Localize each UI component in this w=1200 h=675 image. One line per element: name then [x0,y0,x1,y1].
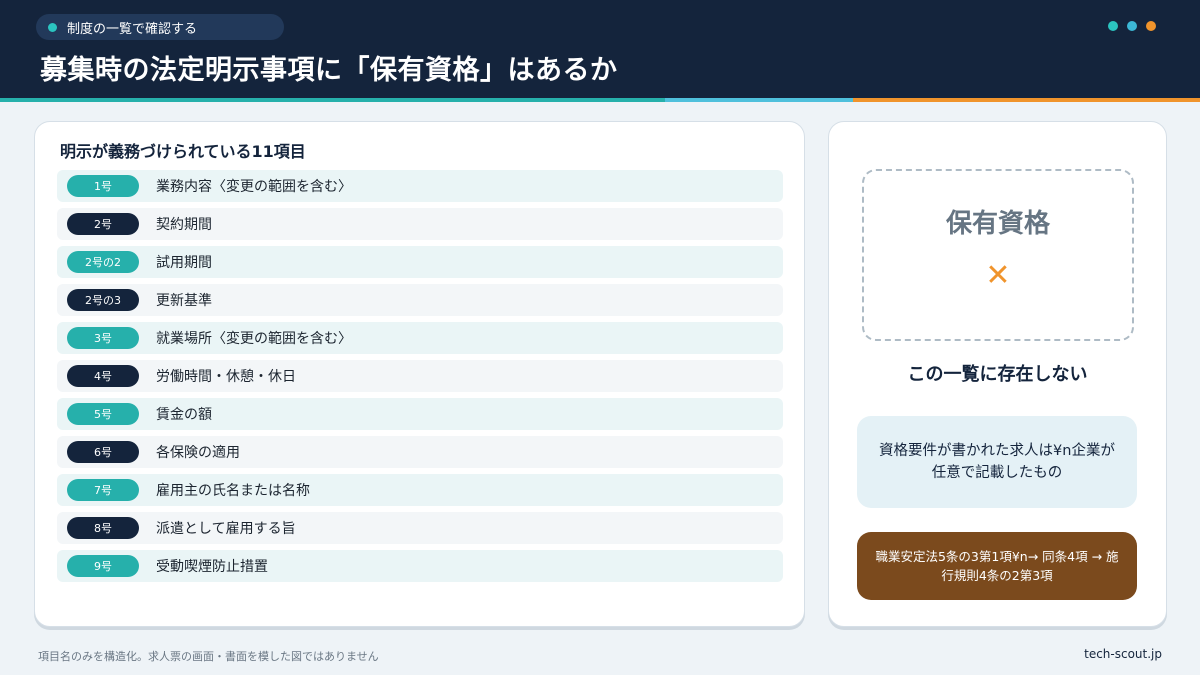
cross-icon: ✕ [985,258,1011,293]
item-number-badge: 7号 [67,479,139,501]
item-number-badge: 1号 [67,175,139,197]
required-items-card: 明示が義務づけられている11項目 1号 業務内容〈変更の範囲を含む〉 2号 契約期間 2… [34,121,805,627]
item-label: 受動喫煙防止措置 [156,559,268,575]
dot-orange-icon [1146,21,1156,31]
not-exist-label: この一覧に存在しない [907,364,1088,385]
item-label: 業務内容〈変更の範囲を含む〉 [156,179,352,195]
section-pill-label: 制度の一覧で確認する [67,21,198,37]
item-label: 就業場所〈変更の範囲を含む〉 [156,331,352,347]
item-label: 試用期間 [156,255,212,271]
item-label: 労働時間・休憩・休日 [156,369,296,385]
item-number-badge: 5号 [67,403,139,425]
item-number-badge: 2号の3 [67,289,139,311]
item-number-badge: 9号 [67,555,139,577]
result-card: 保有資格 ✕ この一覧に存在しない 資格要件が書かれた求人は¥n企業が任意で記載… [828,121,1167,627]
item-number-badge: 6号 [67,441,139,463]
page-title: 募集時の法定明示事項に「保有資格」はあるか [40,55,618,86]
footer-note: 項目名のみを構造化。求人票の画面・書面を模した図ではありません [38,650,379,663]
list-item: 5号 賃金の額 [57,398,783,430]
list-item: 4号 労働時間・休憩・休日 [57,360,783,392]
decorative-dots [1108,21,1156,31]
required-items-list: 1号 業務内容〈変更の範囲を含む〉 2号 契約期間 2号の2 試用期間 2号の3 更新基準 3号… [57,170,783,588]
list-item: 2号 契約期間 [57,208,783,240]
item-number-badge: 8号 [67,517,139,539]
list-item: 1号 業務内容〈変更の範囲を含む〉 [57,170,783,202]
list-item: 2号の3 更新基準 [57,284,783,316]
item-label: 雇用主の氏名または名称 [156,483,310,499]
stripe-teal [0,98,665,102]
list-item: 6号 各保険の適用 [57,436,783,468]
section-pill: 制度の一覧で確認する [36,14,284,40]
missing-item-title: 保有資格 [945,209,1050,239]
item-label: 賃金の額 [156,407,212,423]
list-item: 8号 派遣として雇用する旨 [57,512,783,544]
list-item: 9号 受動喫煙防止措置 [57,550,783,582]
stripe-blue [665,98,853,102]
list-item: 7号 雇用主の氏名または名称 [57,474,783,506]
list-item: 3号 就業場所〈変更の範囲を含む〉 [57,322,783,354]
dot-teal-icon [1108,21,1118,31]
item-label: 契約期間 [156,217,212,233]
required-items-title: 明示が義務づけられている11項目 [60,142,306,161]
item-number-badge: 2号 [67,213,139,235]
footer-site: tech-scout.jp [1084,647,1162,661]
item-number-badge: 2号の2 [67,251,139,273]
item-number-badge: 4号 [67,365,139,387]
item-label: 派遣として雇用する旨 [156,521,296,537]
law-reference-box: 職業安定法5条の3第1項¥n→ 同条4項 → 施行規則4条の2第3項 [857,532,1137,600]
pill-dot-icon [48,22,57,32]
missing-item-box: 保有資格 ✕ [862,169,1134,341]
header-bar: 制度の一覧で確認する 募集時の法定明示事項に「保有資格」はあるか [0,0,1200,98]
item-number-badge: 3号 [67,327,139,349]
item-label: 更新基準 [156,293,212,309]
item-label: 各保険の適用 [156,445,240,461]
note-box: 資格要件が書かれた求人は¥n企業が任意で記載したもの [857,416,1137,508]
stripe-orange [853,98,1200,102]
dot-blue-icon [1127,21,1137,31]
list-item: 2号の2 試用期間 [57,246,783,278]
